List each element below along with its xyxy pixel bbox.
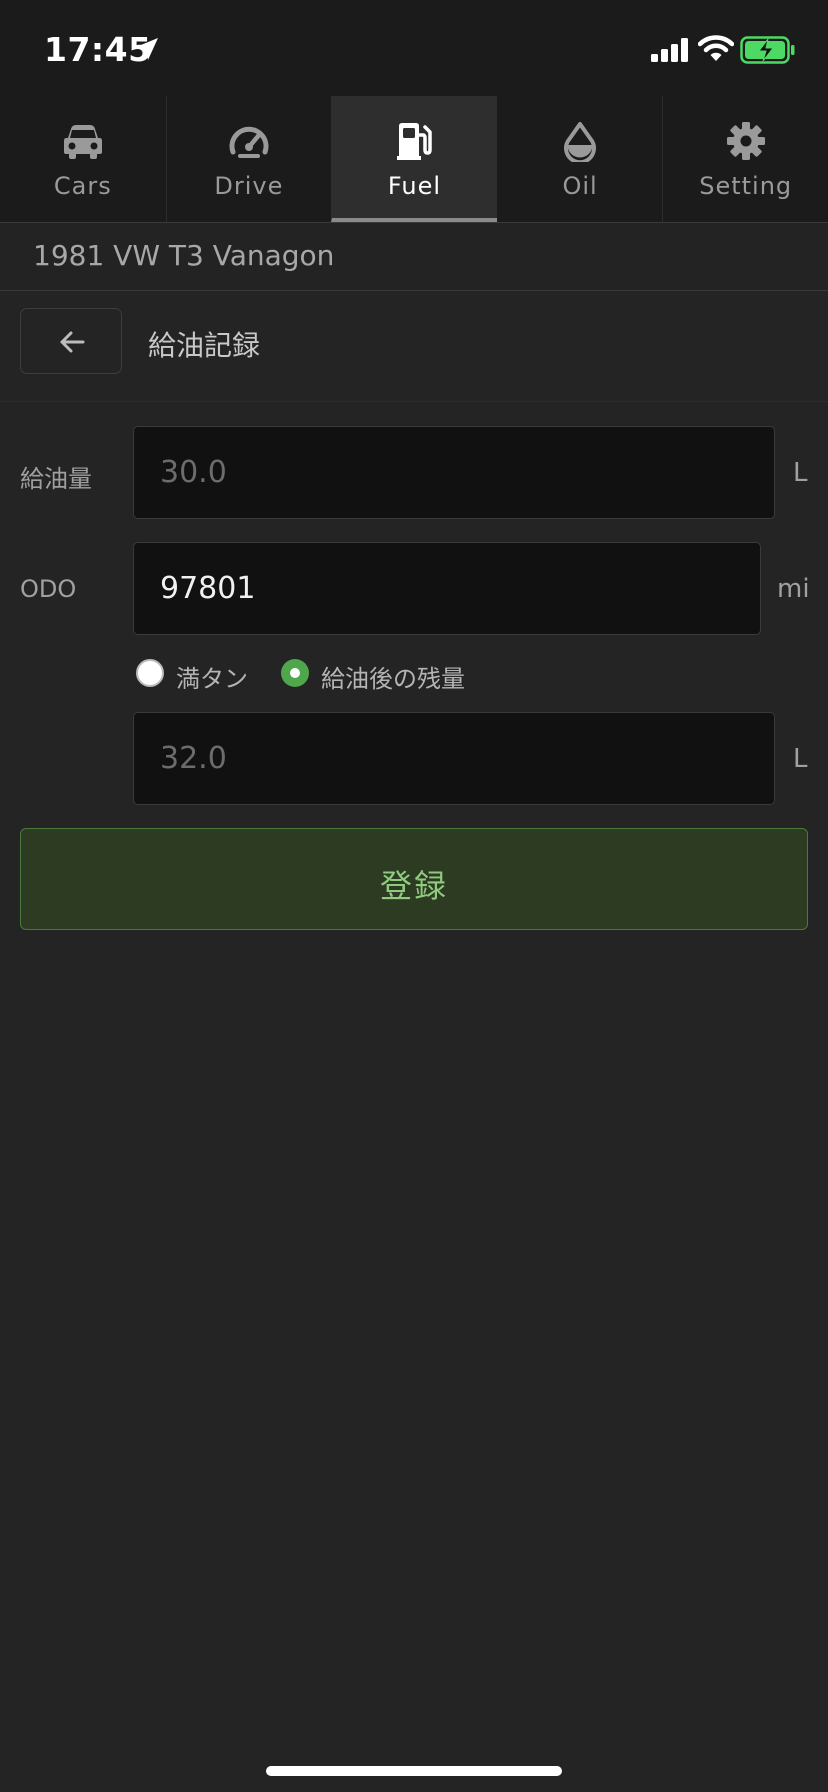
radio-selected-dot	[290, 668, 300, 678]
back-button[interactable]	[20, 308, 122, 374]
signal-icon	[651, 38, 688, 62]
radio-full-tank[interactable]	[136, 659, 164, 687]
car-icon	[63, 125, 102, 159]
odo-value: 97801	[160, 571, 256, 606]
tab-setting[interactable]: Setting	[662, 96, 828, 222]
tab-fuel[interactable]: Fuel	[331, 96, 497, 222]
fuel-amount-unit: L	[793, 458, 808, 488]
remaining-unit: L	[793, 744, 808, 774]
remaining-input[interactable]: 32.0	[133, 712, 775, 805]
odo-label: ODO	[20, 575, 77, 603]
refuel-type-radio-group: 満タン 給油後の残量	[133, 659, 733, 699]
fuel-amount-placeholder: 30.0	[160, 455, 227, 490]
main-content: 給油記録 給油量 30.0 L ODO 97801 mi 満タン 給油後の残量 …	[0, 291, 828, 1792]
radio-full-tank-label[interactable]: 満タン	[176, 659, 248, 694]
car-title: 1981 VW T3 Vanagon	[33, 239, 335, 272]
radio-remaining[interactable]	[281, 659, 309, 687]
tab-cars[interactable]: Cars	[0, 96, 166, 222]
home-indicator[interactable]	[266, 1766, 562, 1776]
tab-oil[interactable]: Oil	[496, 96, 663, 222]
status-bar: 17:45	[0, 0, 828, 96]
tab-label: Setting	[699, 172, 793, 200]
battery-charging-icon	[740, 36, 795, 64]
page-title: 給油記録	[148, 329, 261, 362]
odo-unit: mi	[777, 574, 810, 604]
odo-input[interactable]: 97801	[133, 542, 761, 635]
location-arrow-icon	[136, 38, 158, 60]
tab-label: Oil	[562, 172, 598, 200]
radio-remaining-label[interactable]: 給油後の残量	[321, 659, 465, 694]
wifi-icon	[698, 35, 734, 61]
speedometer-icon	[229, 126, 269, 158]
gear-icon	[726, 122, 765, 160]
fuel-amount-input[interactable]: 30.0	[133, 426, 775, 519]
tab-label: Cars	[53, 172, 112, 200]
tab-label: Drive	[214, 172, 284, 200]
tab-drive[interactable]: Drive	[165, 96, 332, 222]
page-header: 給油記録	[0, 291, 828, 402]
tab-bar: Cars Drive Fuel Oil Setting	[0, 96, 828, 223]
car-title-bar: 1981 VW T3 Vanagon	[0, 223, 828, 291]
remaining-placeholder: 32.0	[160, 741, 227, 776]
submit-button[interactable]: 登録	[20, 828, 808, 930]
fuel-amount-label: 給油量	[20, 465, 92, 493]
oil-drop-icon	[564, 122, 597, 162]
arrow-left-icon	[60, 331, 85, 353]
fuel-pump-icon	[397, 123, 433, 160]
submit-label: 登録	[379, 867, 448, 905]
tab-label: Fuel	[387, 172, 442, 200]
